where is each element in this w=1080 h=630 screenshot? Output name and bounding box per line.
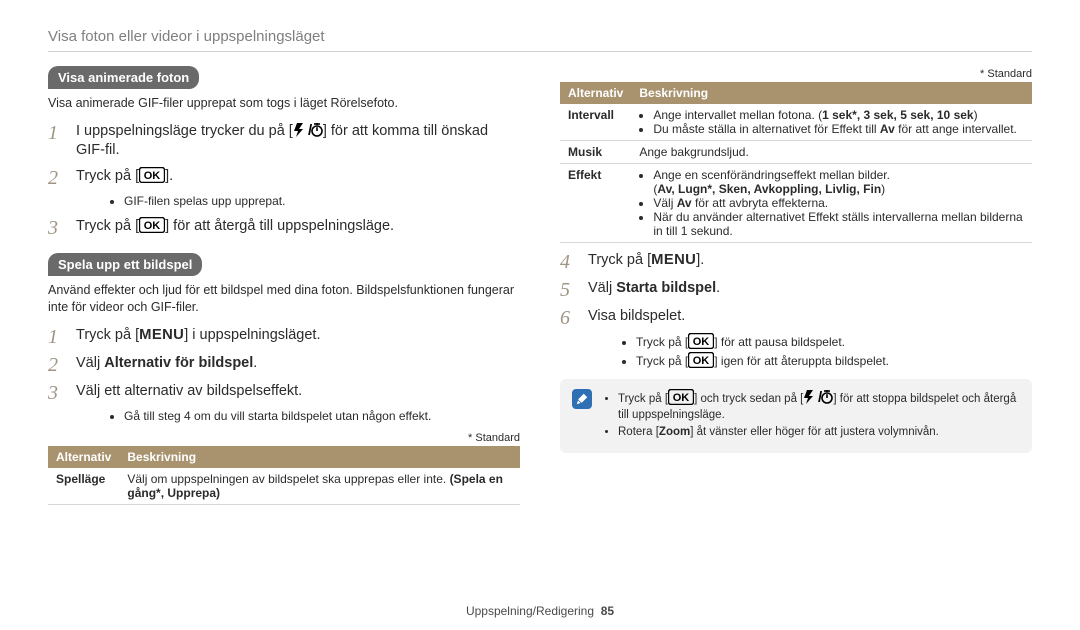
ok-icon [688,333,714,349]
standard-note-right: * Standard [560,68,1032,80]
ok-icon [139,167,165,183]
slide-step-4: Tryck på [MENU]. [588,251,704,271]
anim-step-2-sub: GIF-filen spelas upp upprepat. [84,193,520,209]
table-row: Effekt Ange en scenförändringseffekt mel… [560,164,1032,243]
anim-step-3: Tryck på [] för att återgå till uppspeln… [76,217,394,237]
slide-step-6: Visa bildspelet. [588,307,685,327]
table-row: Intervall Ange intervallet mellan fotona… [560,104,1032,141]
slide-intro: Använd effekter och ljud för ett bildspe… [48,282,520,316]
slide-step-3-sub: Gå till steg 4 om du vill starta bildspe… [84,408,520,424]
ok-icon [139,217,165,233]
note-box: Tryck på [] och tryck sedan på [] för at… [560,379,1032,453]
menu-key: MENU [139,327,184,343]
ok-icon [668,389,694,405]
flash-timer-icon [803,389,833,405]
slide-step-3: Välj ett alternativ av bildspelseffekt. [76,382,302,402]
anim-step-1: I uppspelningsläge trycker du på [] för … [76,122,520,161]
note-icon [572,389,592,409]
slide-step-5: Välj Starta bildspel. [588,279,720,299]
anim-step-2: Tryck på []. [76,167,173,187]
heading-slideshow: Spela upp ett bildspel [48,253,202,276]
menu-key: MENU [651,252,696,268]
anim-intro: Visa animerade GIF-filer upprepat som to… [48,95,520,112]
standard-note-left: * Standard [48,432,520,444]
page-footer: Uppspelning/Redigering 85 [48,598,1032,618]
ok-icon [688,352,714,368]
flash-timer-icon [293,122,323,138]
slide-step-6-sub: Tryck på [] för att pausa bildspelet. Tr… [596,333,1032,369]
options-table-left: AlternativBeskrivning Spelläge Välj om u… [48,446,520,505]
page-header: Visa foton eller videor i uppspelningslä… [48,28,1032,52]
slide-step-2: Välj Alternativ för bildspel. [76,354,257,374]
table-row: Spelläge Välj om uppspelningen av bildsp… [48,468,520,505]
slide-step-1: Tryck på [MENU] i uppspelningsläget. [76,326,321,346]
right-column: * Standard AlternativBeskrivning Interva… [560,66,1032,598]
options-table-right: AlternativBeskrivning Intervall Ange int… [560,82,1032,243]
left-column: Visa animerade foton Visa animerade GIF-… [48,66,520,598]
table-row: Musik Ange bakgrundsljud. [560,141,1032,164]
heading-animated-photos: Visa animerade foton [48,66,199,89]
